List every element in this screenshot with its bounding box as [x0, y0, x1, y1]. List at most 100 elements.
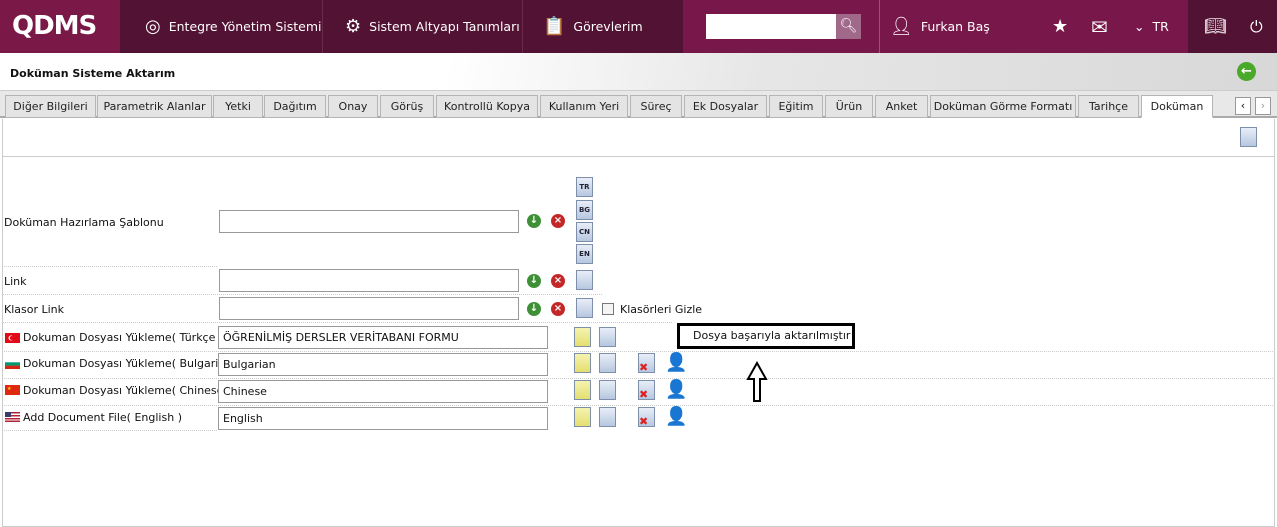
content-panel [2, 119, 1275, 527]
tab-yetki[interactable]: Yetki [213, 95, 263, 118]
new-folder-link-icon[interactable] [576, 298, 593, 318]
lang-tr-icon[interactable]: TR [576, 177, 593, 197]
view-document-icon[interactable] [599, 353, 616, 373]
hide-folders-checkbox[interactable] [602, 303, 614, 315]
lang-en-icon[interactable]: EN [576, 244, 593, 264]
tab-onay[interactable]: Onay [328, 95, 378, 118]
download-icon[interactable]: ↓ [527, 302, 541, 316]
tab-dokuman[interactable]: Doküman [1141, 95, 1213, 118]
upload-input-cn[interactable]: Chinese [218, 380, 548, 403]
row-divider [2, 322, 672, 323]
up-arrow-annotation [746, 361, 768, 402]
power-icon[interactable]: ⏻ [1250, 0, 1263, 53]
tab-parametrik[interactable]: Parametrik Alanlar [97, 95, 212, 118]
row-divider [2, 430, 217, 431]
tab-dokuman-gorme-formati[interactable]: Doküman Görme Formatı [930, 95, 1076, 118]
row-divider [2, 405, 1275, 406]
user-name: Furkan Baş [920, 19, 990, 34]
language-select[interactable]: ⌄ TR [1134, 0, 1169, 53]
tab-egitim[interactable]: Eğitim [769, 95, 823, 118]
attach-file-icon[interactable] [574, 380, 591, 400]
delete-document-icon[interactable]: ✖ [638, 407, 655, 428]
search-icon: 🔍︎ [839, 18, 858, 34]
row-divider [2, 266, 217, 267]
delete-icon[interactable]: × [551, 274, 565, 288]
mail-icon[interactable]: ✉ [1091, 0, 1108, 53]
download-icon[interactable]: ↓ [527, 274, 541, 288]
upload-label-bg: Dokuman Dosyası Yükleme( Bulgarian ) [23, 357, 240, 370]
upload-input-en[interactable]: English [218, 407, 548, 430]
nav-sistem[interactable]: ⚙ Sistem Altyapı Tanımları [323, 0, 523, 53]
upload-label-en: Add Document File( English ) [23, 411, 182, 424]
row-divider [2, 378, 1275, 379]
template-label: Doküman Hazırlama Şablonu [4, 216, 164, 229]
flag-bg-icon [5, 359, 20, 369]
tab-ek-dosyalar[interactable]: Ek Dosyalar [684, 95, 767, 118]
new-link-icon[interactable] [576, 270, 593, 290]
search-input[interactable] [706, 14, 836, 39]
subheader [0, 53, 1277, 91]
tab-tarihce[interactable]: Tarihçe [1078, 95, 1139, 118]
nav-label: Sistem Altyapı Tanımları [369, 19, 520, 34]
tab-dagitim[interactable]: Dağıtım [264, 95, 326, 118]
row-divider [2, 351, 1275, 352]
folder-link-input[interactable] [219, 297, 519, 320]
nav-label: Görevlerim [573, 19, 643, 34]
template-input[interactable] [219, 210, 519, 233]
tab-bar: Diğer Bilgileri Parametrik Alanlar Yetki… [0, 91, 1277, 118]
qdms-logo[interactable]: QDMS [0, 0, 120, 53]
link-input[interactable] [219, 269, 519, 292]
attach-file-icon[interactable] [574, 327, 591, 347]
new-document-icon[interactable] [1240, 127, 1257, 147]
user-assign-icon[interactable]: 👤 [665, 379, 687, 401]
link-label: Link [4, 275, 27, 288]
upload-label-cn: Dokuman Dosyası Yükleme( Chinese ) [23, 384, 232, 397]
nav-entegre[interactable]: ◎ Entegre Yönetim Sistemi [123, 0, 323, 53]
panel-toolbar [2, 119, 1275, 157]
attach-file-icon[interactable] [574, 407, 591, 427]
search-button[interactable]: 🔍︎ [836, 14, 861, 39]
q-circle-icon: ◎ [145, 16, 161, 37]
attach-file-icon[interactable] [574, 353, 591, 373]
tab-gorus[interactable]: Görüş [380, 95, 434, 118]
delete-icon[interactable]: × [551, 214, 565, 228]
upload-input-bg[interactable]: Bulgarian [218, 353, 548, 376]
lang-label: TR [1152, 19, 1169, 34]
clipboard-icon: 📋 [543, 16, 566, 37]
user-assign-icon[interactable]: 👤 [665, 406, 687, 428]
delete-document-icon[interactable]: ✖ [638, 353, 655, 374]
lang-bg-icon[interactable]: BG [576, 200, 593, 220]
user-menu[interactable]: 👤︎ Furkan Baş [890, 0, 990, 53]
gear-icon: ⚙ [345, 16, 362, 37]
flag-tr-icon [5, 333, 20, 343]
nav-gorevlerim[interactable]: 📋 Görevlerim [523, 0, 683, 53]
view-document-icon[interactable] [599, 380, 616, 400]
upload-label-tr: Dokuman Dosyası Yükleme( Türkçe ) [23, 331, 224, 344]
tab-scroll-left[interactable]: ‹ [1235, 97, 1251, 115]
view-document-icon[interactable] [599, 407, 616, 427]
delete-document-icon[interactable]: ✖ [638, 380, 655, 401]
tab-kullanim-yeri[interactable]: Kullanım Yeri [540, 95, 628, 118]
hide-folders-label: Klasörleri Gizle [620, 303, 703, 316]
manual-icon[interactable]: 📖︎ [1204, 0, 1227, 53]
nav-label: Entegre Yönetim Sistemi [168, 19, 322, 34]
folder-link-label: Klasor Link [4, 303, 65, 316]
download-icon[interactable]: ↓ [527, 214, 541, 228]
view-document-icon[interactable] [599, 327, 616, 347]
delete-icon[interactable]: × [551, 302, 565, 316]
favorites-icon[interactable]: ★ [1052, 0, 1068, 53]
tab-anket[interactable]: Anket [875, 95, 928, 118]
chevron-down-icon: ⌄ [1134, 19, 1145, 34]
lang-cn-icon[interactable]: CN [576, 222, 593, 242]
tab-surec[interactable]: Süreç [630, 95, 682, 118]
tab-urun[interactable]: Ürün [825, 95, 873, 118]
tab-diger-bilgileri[interactable]: Diğer Bilgileri [5, 95, 96, 118]
back-arrow-icon[interactable]: ← [1237, 62, 1256, 81]
svg-text:★: ★ [7, 386, 12, 392]
tab-kontrollu-kopya[interactable]: Kontrollü Kopya [436, 95, 538, 118]
page-title: Doküman Sisteme Aktarım [10, 67, 176, 80]
tab-scroll-right[interactable]: › [1255, 97, 1271, 115]
upload-input-tr[interactable]: ÖĞRENİLMİŞ DERSLER VERİTABANI FORMU [218, 326, 548, 349]
user-assign-icon[interactable]: 👤 [665, 352, 687, 374]
success-message: Dosya başarıyla aktarılmıştır [677, 323, 855, 349]
